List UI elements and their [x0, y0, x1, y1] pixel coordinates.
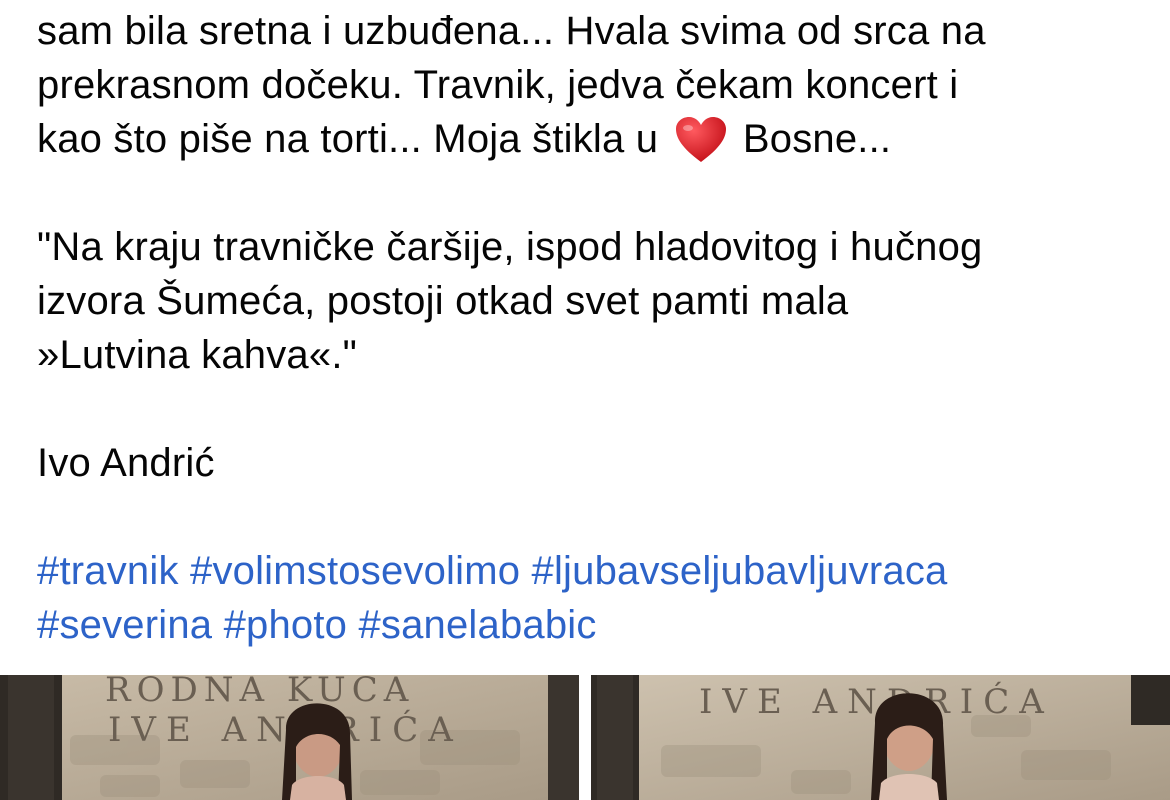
photo-grid: RODNA KUĆA IVE ANDRIĆA IVE ANDRIĆA [0, 675, 1170, 800]
hashtag-link[interactable]: #sanelababic [358, 603, 596, 647]
person-figure [871, 693, 947, 800]
quote-author: Ivo Andrić [37, 441, 215, 485]
hashtag-link[interactable]: #ljubavseljubavljuvraca [532, 549, 948, 593]
post-line-text: Bosne... [742, 117, 892, 161]
person-figure [282, 703, 352, 800]
quote-line: »Lutvina kahva«." [37, 333, 358, 377]
quote-line: "Na kraju travničke čaršije, ispod hlado… [37, 225, 983, 269]
post-photo-left[interactable]: RODNA KUĆA IVE ANDRIĆA [0, 675, 579, 800]
hashtags-line: #travnik #volimstosevolimo #ljubavseljub… [37, 544, 1147, 598]
post-line: prekrasnom dočeku. Travnik, jedva čekam … [37, 63, 959, 107]
post-text: sam bila sretna i uzbuđena... Hvala svim… [37, 4, 1147, 652]
quote-line: izvora Šumeća, postoji otkad svet pamti … [37, 279, 849, 323]
sign-lettering: RODNA KUĆA [105, 675, 414, 710]
post-line-text: kao što piše na torti... Moja štikla u [37, 117, 659, 161]
post-line-with-heart: kao što piše na torti... Moja štikla u B… [37, 112, 1147, 166]
hashtag-link[interactable]: #travnik [37, 549, 179, 593]
hashtags-line: #severina #photo #sanelababic [37, 598, 1147, 652]
post-line: sam bila sretna i uzbuđena... Hvala svim… [37, 9, 986, 53]
hashtag-link[interactable]: #volimstosevolimo [190, 549, 520, 593]
heart-icon [674, 116, 728, 164]
hashtag-link[interactable]: #photo [224, 603, 348, 647]
post-photo-right[interactable]: IVE ANDRIĆA [591, 675, 1170, 800]
hashtag-link[interactable]: #severina [37, 603, 212, 647]
